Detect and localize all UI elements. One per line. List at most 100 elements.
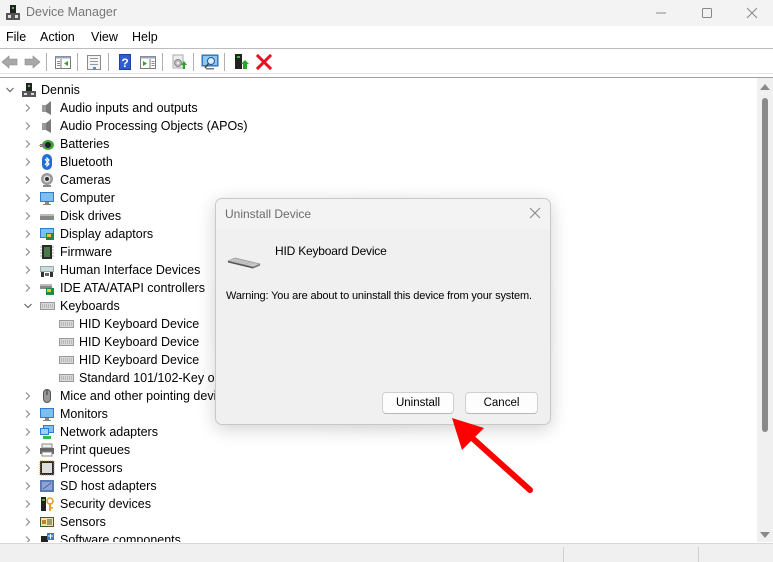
hid-icon [39,262,55,278]
enable-device-button[interactable] [232,53,250,71]
tree-category[interactable]: Security devices [0,495,760,513]
maximize-icon [702,8,712,18]
back-arrow-icon [1,55,18,69]
chevron-right-icon[interactable] [23,409,33,419]
tree-item-label: HID Keyboard Device [79,353,200,367]
menu-help[interactable]: Help [132,30,158,44]
minimize-button[interactable] [638,0,684,26]
display-adapter-icon [39,226,55,242]
computer-root-icon [21,82,37,98]
tree-item-label: HID Keyboard Device [79,335,200,349]
chevron-right-icon[interactable] [23,463,33,473]
menu-file[interactable]: File [6,30,26,44]
dialog-close-icon[interactable] [528,206,542,220]
chevron-right-icon[interactable] [23,247,33,257]
keyboard-icon [58,316,74,332]
scan-hardware-changes-button[interactable] [201,53,219,71]
tree-category[interactable]: Software components [0,531,760,542]
toolbar-separator [108,53,109,71]
tree-category[interactable]: Batteries [0,135,760,153]
show-hide-console-tree-button[interactable] [54,53,72,71]
scroll-up-arrow-icon[interactable] [760,84,770,90]
chevron-right-icon[interactable] [23,193,33,203]
uninstall-device-button[interactable] [255,53,273,71]
tree-category[interactable]: Audio inputs and outputs [0,99,760,117]
forward-button[interactable] [23,53,41,71]
tree-category[interactable]: Print queues [0,441,760,459]
sd-adapter-icon [39,478,55,494]
tree-item-label: Bluetooth [60,155,113,169]
chevron-right-icon[interactable] [23,265,33,275]
firmware-chip-icon [39,244,55,260]
chevron-right-icon[interactable] [23,211,33,221]
chevron-right-icon[interactable] [23,499,33,509]
chevron-right-icon[interactable] [23,391,33,401]
properties-button[interactable] [85,53,103,71]
chevron-right-icon[interactable] [23,139,33,149]
tree-item-label: Dennis [41,83,80,97]
monitor-icon [39,190,55,206]
maximize-button[interactable] [684,0,730,26]
back-button[interactable] [1,53,19,71]
cancel-button[interactable]: Cancel [465,392,538,414]
network-adapter-icon [39,424,55,440]
chevron-right-icon[interactable] [23,157,33,167]
uninstall-device-dialog: Uninstall Device HID Keyboard Device War… [215,198,551,425]
help-button[interactable]: ? [116,53,134,71]
tree-item-label: Firmware [60,245,113,259]
action-pane-icon [140,56,156,69]
scroll-down-arrow-icon[interactable] [760,532,770,538]
chevron-right-icon[interactable] [23,229,33,239]
chevron-down-icon[interactable] [23,301,33,311]
annotation-arrow-icon [452,418,533,493]
tree-category[interactable]: SD host adapters [0,477,760,495]
show-hide-action-pane-button[interactable] [139,53,157,71]
tree-category[interactable]: Audio Processing Objects (APOs) [0,117,760,135]
chevron-right-icon[interactable] [23,175,33,185]
chevron-right-icon[interactable] [23,481,33,491]
menu-action[interactable]: Action [40,30,75,44]
vertical-scrollbar[interactable] [757,78,773,542]
properties-icon [87,55,101,70]
chevron-right-icon[interactable] [23,427,33,437]
keyboard-device-icon [227,257,261,269]
tree-root-node[interactable]: Dennis [0,81,760,99]
uninstall-button[interactable]: Uninstall [382,392,454,414]
chevron-right-icon[interactable] [23,283,33,293]
status-bar-divider [698,547,699,562]
chevron-right-icon[interactable] [23,535,33,542]
menu-view[interactable]: View [91,30,118,44]
tree-item-label: Audio Processing Objects (APOs) [60,119,248,133]
toolbar-separator [77,53,78,71]
scroll-thumb[interactable] [762,98,768,432]
update-driver-button[interactable] [170,53,188,71]
dialog-title: Uninstall Device [225,207,312,221]
dialog-title-bar: Uninstall Device [216,199,550,229]
tree-category[interactable]: Bluetooth [0,153,760,171]
software-component-icon [39,532,55,542]
printer-icon [39,442,55,458]
speaker-icon [39,100,55,116]
enable-device-icon [235,54,249,69]
close-window-button[interactable] [729,0,773,26]
processor-icon [39,460,55,476]
disk-drive-icon [39,208,55,224]
toolbar-separator [224,53,225,71]
chevron-right-icon[interactable] [23,121,33,131]
uninstall-x-icon [255,53,273,71]
chevron-right-icon[interactable] [23,517,33,527]
tree-item-label: Computer [60,191,115,205]
mouse-icon [39,388,55,404]
chevron-right-icon[interactable] [23,445,33,455]
chevron-down-icon[interactable] [5,85,15,95]
tree-item-label: Human Interface Devices [60,263,201,277]
tree-category[interactable]: Sensors [0,513,760,531]
tree-item-label: Print queues [60,443,131,457]
tree-item-label: Network adapters [60,425,158,439]
tree-category[interactable]: Cameras [0,171,760,189]
tree-category[interactable]: Processors [0,459,760,477]
ide-controller-icon [39,280,55,296]
svg-text:?: ? [121,56,128,70]
title-bar: Device Manager [0,0,773,26]
chevron-right-icon[interactable] [23,103,33,113]
